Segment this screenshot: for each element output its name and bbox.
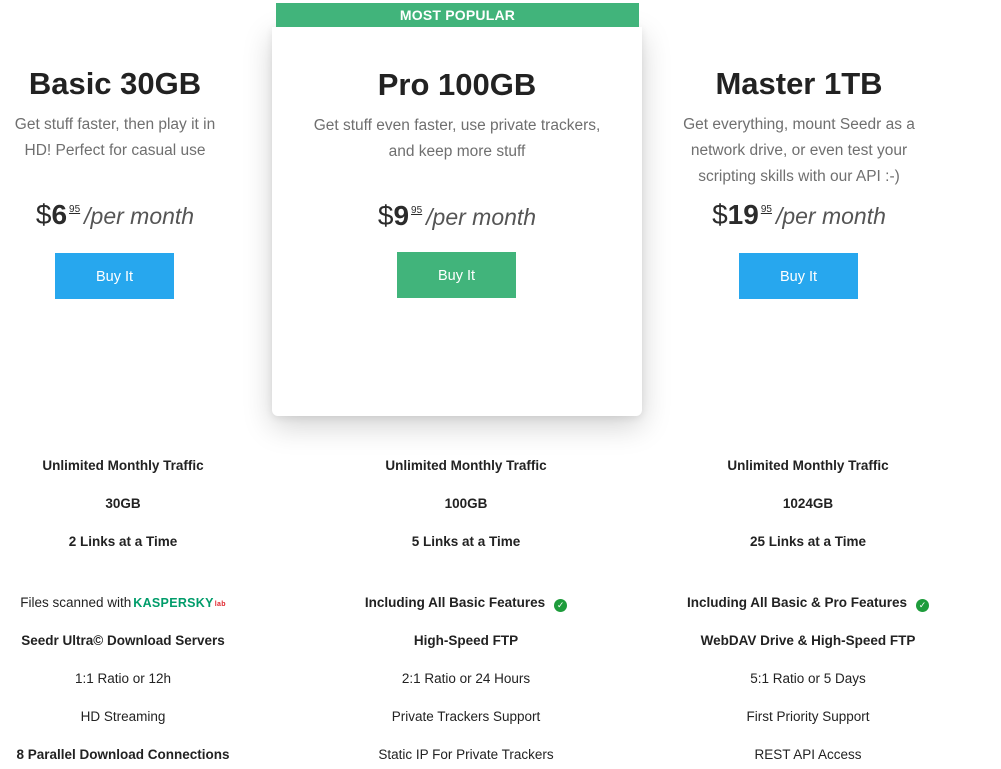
buy-basic-button[interactable]: Buy It <box>55 253 174 299</box>
plan-price: $19 95/per month <box>672 199 926 231</box>
feature-ratio: 5:1 Ratio or 5 Days <box>750 671 866 686</box>
description-line: Get stuff even faster, use private track… <box>313 117 601 134</box>
plan-title: Master 1TB <box>715 66 883 101</box>
price-amount: 9 <box>393 200 410 231</box>
plan-price: $6 95/per month <box>0 199 230 231</box>
feature-links: 25 Links at a Time <box>749 534 867 549</box>
price-period: /per month <box>775 203 886 229</box>
plan-description: Get stuff faster, then play it in HD! Pe… <box>0 112 230 164</box>
price-currency: $ <box>35 199 52 230</box>
feature-storage: 1024GB <box>782 496 834 511</box>
price-amount: 6 <box>51 199 68 230</box>
feature-ratio: 2:1 Ratio or 24 Hours <box>401 671 531 686</box>
description-line: HD! Perfect for casual use <box>24 142 206 159</box>
feature-links: 2 Links at a Time <box>68 534 178 549</box>
feature-api: REST API Access <box>754 747 862 762</box>
description-line: network drive, or even test your <box>690 142 908 159</box>
feature-label: Files scanned with <box>20 595 132 610</box>
feature-ratio: 1:1 Ratio or 12h <box>74 671 172 686</box>
price-currency: $ <box>377 200 394 231</box>
feature-includes: Including All Basic & Pro Features ✓ <box>685 595 931 612</box>
check-circle-icon: ✓ <box>554 599 568 612</box>
kaspersky-logo: KASPERSKYlab <box>133 596 226 610</box>
feature-servers: Seedr Ultra© Download Servers <box>21 633 225 648</box>
kaspersky-lab-text: lab <box>214 601 226 608</box>
kaspersky-logo-text: KASPERSKY <box>133 596 214 610</box>
feature-ftp: High-Speed FTP <box>413 633 519 648</box>
feature-streaming: HD Streaming <box>80 709 166 724</box>
price-period: /per month <box>84 203 195 229</box>
feature-connections: 8 Parallel Download Connections <box>16 747 230 762</box>
plan-title: Pro 100GB <box>377 67 537 102</box>
feature-traffic: Unlimited Monthly Traffic <box>727 458 889 473</box>
feature-label: Including All Basic & Pro Features <box>686 595 908 610</box>
most-popular-banner: MOST POPULAR <box>276 3 639 27</box>
feature-label: Including All Basic Features <box>364 595 546 610</box>
feature-storage: 100GB <box>444 496 488 511</box>
price-cents: 95 <box>411 205 423 216</box>
price-cents: 95 <box>69 204 81 215</box>
description-line: scripting skills with our API :-) <box>698 168 900 185</box>
feature-kaspersky-scan: Files scanned with KASPERSKYlab <box>0 595 246 610</box>
plan-description: Get stuff even faster, use private track… <box>272 113 642 165</box>
feature-traffic: Unlimited Monthly Traffic <box>385 458 547 473</box>
price-period: /per month <box>426 204 537 230</box>
plan-title: Basic 30GB <box>28 66 202 101</box>
buy-master-button[interactable]: Buy It <box>739 253 858 299</box>
feature-support: First Priority Support <box>746 709 870 724</box>
price-currency: $ <box>712 199 728 230</box>
feature-trackers: Private Trackers Support <box>391 709 541 724</box>
plan-description: Get everything, mount Seedr as a network… <box>672 112 926 190</box>
feature-storage: 30GB <box>105 496 141 511</box>
buy-pro-button[interactable]: Buy It <box>397 252 516 298</box>
feature-includes: Including All Basic Features ✓ <box>343 595 589 612</box>
description-line: and keep more stuff <box>388 143 526 160</box>
check-circle-icon: ✓ <box>916 599 930 612</box>
feature-webdav: WebDAV Drive & High-Speed FTP <box>700 633 916 648</box>
price-amount: 19 <box>727 199 759 230</box>
description-line: Get everything, mount Seedr as a <box>683 116 915 133</box>
description-line: Get stuff faster, then play it in <box>14 116 216 133</box>
feature-traffic: Unlimited Monthly Traffic <box>42 458 204 473</box>
price-cents: 95 <box>760 204 772 215</box>
plan-price: $9 95/per month <box>272 200 642 232</box>
feature-static-ip: Static IP For Private Trackers <box>378 747 554 762</box>
feature-links: 5 Links at a Time <box>411 534 521 549</box>
